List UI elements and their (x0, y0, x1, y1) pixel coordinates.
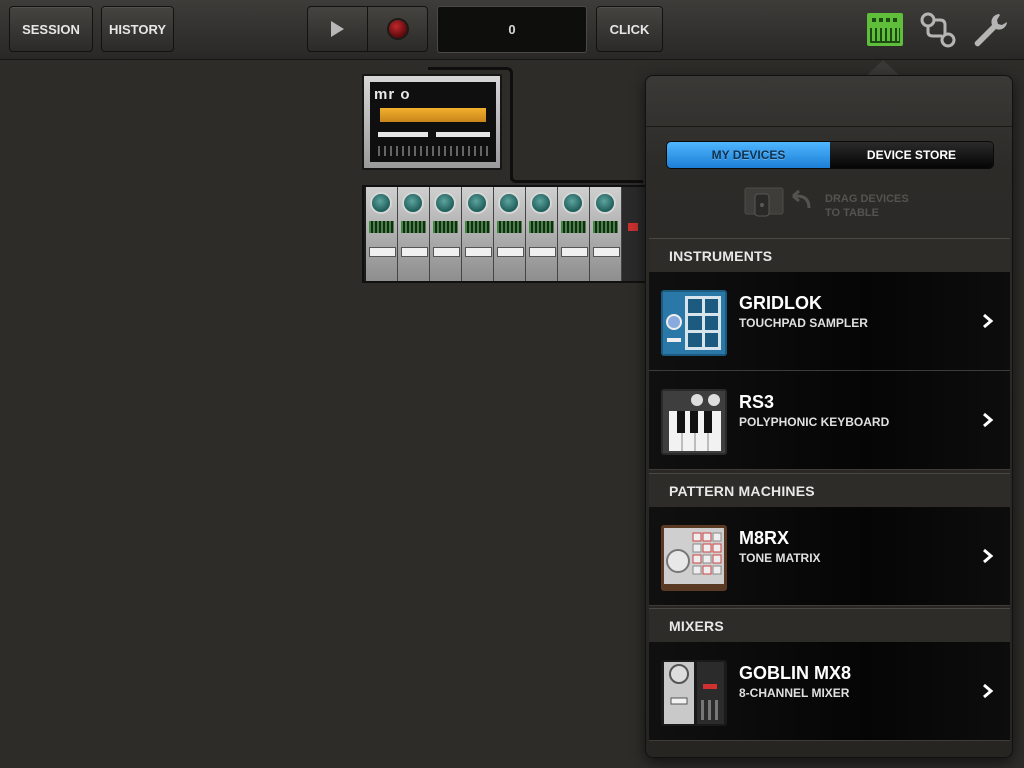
device-item-m8rx[interactable]: M8RX TONE MATRIX (649, 507, 1010, 606)
section-title: MIXERS (669, 618, 724, 634)
device-source-tabs: MY DEVICES DEVICE STORE (666, 141, 994, 169)
click-button[interactable]: CLICK (596, 6, 663, 52)
chevron-right-icon (983, 412, 994, 428)
synth-param (378, 132, 428, 137)
device-subtitle: TOUCHPAD SAMPLER (739, 316, 868, 330)
device-item-rs3[interactable]: RS3 POLYPHONIC KEYBOARD (649, 371, 1010, 470)
channel-meter (401, 221, 426, 233)
patch-view-button[interactable] (918, 10, 958, 50)
patch-cable (510, 174, 643, 183)
top-toolbar: SESSION HISTORY 0 CLICK (0, 0, 1024, 60)
device-subtitle: 8-CHANNEL MIXER (739, 686, 850, 700)
mixer-channel (462, 187, 494, 281)
device-name: GOBLIN MX8 (739, 663, 852, 683)
channel-meter (465, 221, 490, 233)
channel-fader[interactable] (561, 247, 588, 257)
chevron-right-icon (983, 683, 994, 699)
tab-device-store[interactable]: DEVICE STORE (830, 142, 993, 168)
channel-knob[interactable] (530, 192, 552, 214)
channel-knob[interactable] (594, 192, 616, 214)
synth-device[interactable]: mr o (362, 74, 502, 170)
synth-step-dots (378, 146, 488, 156)
keyboard-device-icon (867, 13, 903, 46)
channel-meter (433, 221, 458, 233)
synth-display-bar (380, 108, 486, 122)
channel-meter (369, 221, 394, 233)
chevron-right-icon (983, 313, 994, 329)
popover-arrow (866, 60, 900, 76)
gridlok-thumbnail (661, 290, 727, 356)
channel-knob[interactable] (370, 192, 392, 214)
mixer-channel (558, 187, 590, 281)
m8rx-thumbnail (661, 525, 727, 591)
synth-param (436, 132, 490, 137)
play-button[interactable] (308, 7, 367, 51)
mixer-channel (430, 187, 462, 281)
section-header-instruments: INSTRUMENTS (649, 238, 1010, 272)
mixer-device[interactable] (362, 185, 646, 283)
rs3-thumbnail (661, 389, 727, 455)
chevron-right-icon (983, 548, 994, 564)
channel-meter (561, 221, 586, 233)
section-header-mixers: MIXERS (649, 608, 1010, 642)
device-browser-popover: MY DEVICES DEVICE STORE DRAG DEVICES TO … (645, 75, 1013, 758)
channel-meter (529, 221, 554, 233)
mixer-channel (526, 187, 558, 281)
mixer-channel (366, 187, 398, 281)
channel-fader[interactable] (433, 247, 460, 257)
mixer-channel (590, 187, 622, 281)
channel-fader[interactable] (369, 247, 396, 257)
wrench-icon (974, 14, 1007, 47)
master-led (628, 223, 638, 231)
channel-fader[interactable] (401, 247, 428, 257)
synth-screen: mr o (370, 82, 496, 162)
transport-controls (307, 6, 428, 52)
device-name: RS3 (739, 392, 775, 412)
section-title: INSTRUMENTS (669, 248, 773, 264)
drag-hint: DRAG DEVICES TO TABLE (743, 184, 933, 224)
play-icon (331, 21, 344, 37)
position-counter: 0 (437, 6, 587, 53)
device-subtitle: POLYPHONIC KEYBOARD (739, 415, 890, 429)
channel-meter (497, 221, 522, 233)
section-title: PATTERN MACHINES (669, 483, 815, 499)
channel-knob[interactable] (402, 192, 424, 214)
device-name: M8RX (739, 528, 790, 548)
synth-logo: mr o (374, 86, 411, 103)
mixer-master-strip (622, 187, 646, 281)
mixer-channel (398, 187, 430, 281)
device-item-goblin-mx8[interactable]: GOBLIN MX8 8-CHANNEL MIXER (649, 642, 1010, 741)
record-icon (388, 20, 407, 38)
history-button[interactable]: HISTORY (101, 6, 174, 52)
channel-meter (593, 221, 618, 233)
popover-header (646, 76, 1012, 127)
channel-knob[interactable] (466, 192, 488, 214)
drag-to-table-icon (744, 187, 811, 217)
device-name: GRIDLOK (739, 293, 822, 313)
device-subtitle: TONE MATRIX (739, 551, 821, 565)
channel-knob[interactable] (562, 192, 584, 214)
cable-routing-icon (920, 12, 956, 48)
devices-button[interactable] (865, 10, 905, 50)
channel-fader[interactable] (529, 247, 556, 257)
channel-knob[interactable] (498, 192, 520, 214)
record-button[interactable] (367, 7, 427, 51)
section-header-pattern-machines: PATTERN MACHINES (649, 473, 1010, 507)
session-button[interactable]: SESSION (9, 6, 93, 52)
goblin-mx8-thumbnail (661, 660, 727, 726)
device-item-gridlok[interactable]: GRIDLOK TOUCHPAD SAMPLER (649, 272, 1010, 371)
tab-my-devices[interactable]: MY DEVICES (667, 142, 830, 168)
settings-button[interactable] (970, 10, 1010, 50)
channel-fader[interactable] (497, 247, 524, 257)
channel-fader[interactable] (593, 247, 620, 257)
mixer-channel (494, 187, 526, 281)
drag-hint-text: DRAG DEVICES TO TABLE (825, 193, 909, 219)
channel-fader[interactable] (465, 247, 492, 257)
channel-knob[interactable] (434, 192, 456, 214)
